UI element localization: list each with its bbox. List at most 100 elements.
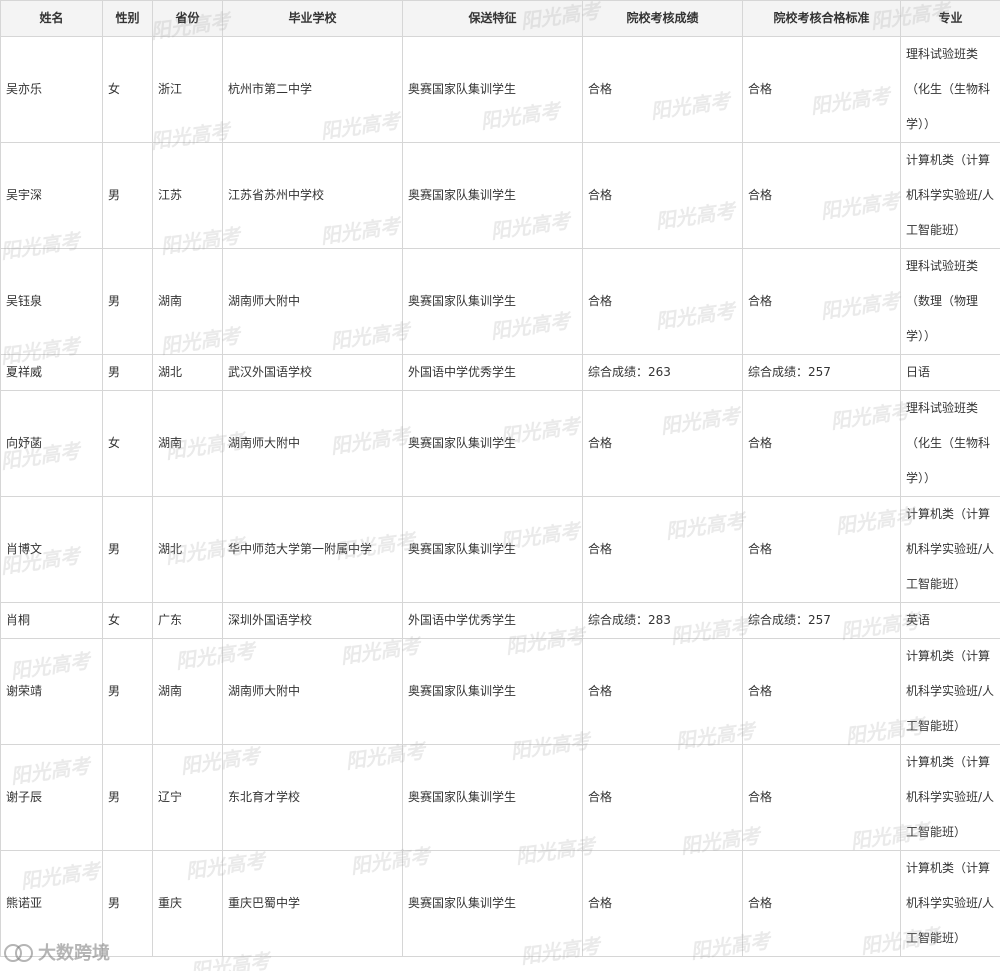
cell-province: 湖南 xyxy=(152,638,223,745)
cell-score: 合格 xyxy=(582,850,743,957)
cell-name: 夏祥威 xyxy=(0,354,103,391)
logo-text: 大数跨境 xyxy=(38,943,110,964)
cell-school: 湖南师大附中 xyxy=(222,390,403,497)
cell-school: 武汉外国语学校 xyxy=(222,354,403,391)
header-name: 姓名 xyxy=(0,0,103,37)
logo-icon xyxy=(4,943,34,962)
site-logo: 大数跨境 xyxy=(4,939,110,965)
cell-score: 合格 xyxy=(582,142,743,249)
cell-school: 深圳外国语学校 xyxy=(222,602,403,639)
cell-school: 重庆巴蜀中学 xyxy=(222,850,403,957)
cell-province: 广东 xyxy=(152,602,223,639)
header-province: 省份 xyxy=(152,0,223,37)
cell-standard: 综合成绩：257 xyxy=(742,602,901,639)
cell-school: 杭州市第二中学 xyxy=(222,36,403,143)
cell-name: 向妤菡 xyxy=(0,390,103,497)
cell-score: 综合成绩：283 xyxy=(582,602,743,639)
table-row: 向妤菡女湖南 湖南师大附中 奥赛国家队集训学生 合格 合格 理科试验班类（化生（生物科学）… xyxy=(0,390,1000,497)
header-feature: 保送特征 xyxy=(402,0,583,37)
cell-standard: 合格 xyxy=(742,248,901,355)
cell-gender: 女 xyxy=(102,390,153,497)
cell-gender: 男 xyxy=(102,142,153,249)
cell-name: 吴亦乐 xyxy=(0,36,103,143)
cell-major: 日语 xyxy=(900,354,1000,391)
cell-feature: 奥赛国家队集训学生 xyxy=(402,496,583,603)
cell-school: 江苏省苏州中学校 xyxy=(222,142,403,249)
table-row: 吴钰泉男湖南 湖南师大附中 奥赛国家队集训学生 合格 合格 理科试验班类（数理（物理学）） xyxy=(0,248,1000,355)
cell-name: 吴钰泉 xyxy=(0,248,103,355)
header-standard: 院校考核合格标准 xyxy=(742,0,901,37)
cell-score: 合格 xyxy=(582,638,743,745)
cell-major: 计算机类（计算机科学实验班/人工智能班） xyxy=(900,142,1000,249)
cell-feature: 奥赛国家队集训学生 xyxy=(402,36,583,143)
cell-score: 合格 xyxy=(582,496,743,603)
cell-province: 重庆 xyxy=(152,850,223,957)
cell-standard: 合格 xyxy=(742,142,901,249)
table-row: 谢子辰男辽宁 东北育才学校 奥赛国家队集训学生 合格 合格 计算机类（计算机科学实验班/人… xyxy=(0,744,1000,851)
cell-standard: 合格 xyxy=(742,638,901,745)
cell-school: 东北育才学校 xyxy=(222,744,403,851)
cell-province: 湖北 xyxy=(152,354,223,391)
cell-school: 湖南师大附中 xyxy=(222,248,403,355)
cell-school: 华中师范大学第一附属中学 xyxy=(222,496,403,603)
cell-major: 理科试验班类（化生（生物科学）） xyxy=(900,390,1000,497)
cell-province: 湖北 xyxy=(152,496,223,603)
header-major: 专业 xyxy=(900,0,1000,37)
table-row: 肖博文男湖北 华中师范大学第一附属中学 奥赛国家队集训学生 合格 合格 计算机类（计算机科… xyxy=(0,496,1000,603)
table-row: 吴宇深男江苏 江苏省苏州中学校 奥赛国家队集训学生 合格 合格 计算机类（计算机科学实验班… xyxy=(0,142,1000,249)
cell-feature: 奥赛国家队集训学生 xyxy=(402,390,583,497)
table-row: 熊诺亚男重庆 重庆巴蜀中学 奥赛国家队集训学生 合格 合格 计算机类（计算机科学实验班/人… xyxy=(0,850,1000,957)
header-gender: 性别 xyxy=(102,0,153,37)
cell-province: 湖南 xyxy=(152,390,223,497)
table-row: 夏祥威男湖北 武汉外国语学校 外国语中学优秀学生 综合成绩：263 综合成绩：257 日语 xyxy=(0,354,1000,391)
cell-feature: 外国语中学优秀学生 xyxy=(402,602,583,639)
cell-gender: 女 xyxy=(102,36,153,143)
cell-standard: 综合成绩：257 xyxy=(742,354,901,391)
cell-major: 理科试验班类（数理（物理学）） xyxy=(900,248,1000,355)
cell-gender: 男 xyxy=(102,354,153,391)
cell-score: 合格 xyxy=(582,744,743,851)
table-body: 吴亦乐女浙江 杭州市第二中学 奥赛国家队集训学生 合格 合格 理科试验班类（化生（生物科学… xyxy=(0,36,1000,957)
cell-major: 英语 xyxy=(900,602,1000,639)
cell-standard: 合格 xyxy=(742,36,901,143)
table-header-row: 姓名 性别 省份 毕业学校 保送特征 院校考核成绩 院校考核合格标准 专业 xyxy=(0,0,1000,37)
cell-province: 湖南 xyxy=(152,248,223,355)
cell-feature: 奥赛国家队集训学生 xyxy=(402,850,583,957)
cell-gender: 男 xyxy=(102,248,153,355)
cell-gender: 男 xyxy=(102,496,153,603)
cell-name: 吴宇深 xyxy=(0,142,103,249)
header-school: 毕业学校 xyxy=(222,0,403,37)
table-row: 谢荣靖男湖南 湖南师大附中 奥赛国家队集训学生 合格 合格 计算机类（计算机科学实验班/人… xyxy=(0,638,1000,745)
admission-table: 姓名 性别 省份 毕业学校 保送特征 院校考核成绩 院校考核合格标准 专业 吴亦… xyxy=(0,0,1000,957)
cell-score: 合格 xyxy=(582,36,743,143)
table-row: 肖桐女广东 深圳外国语学校 外国语中学优秀学生 综合成绩：283 综合成绩：257 英语 xyxy=(0,602,1000,639)
cell-feature: 奥赛国家队集训学生 xyxy=(402,248,583,355)
cell-name: 谢子辰 xyxy=(0,744,103,851)
cell-standard: 合格 xyxy=(742,496,901,603)
cell-feature: 外国语中学优秀学生 xyxy=(402,354,583,391)
cell-major: 计算机类（计算机科学实验班/人工智能班） xyxy=(900,744,1000,851)
cell-major: 理科试验班类（化生（生物科学）） xyxy=(900,36,1000,143)
cell-feature: 奥赛国家队集训学生 xyxy=(402,744,583,851)
cell-gender: 男 xyxy=(102,850,153,957)
cell-province: 江苏 xyxy=(152,142,223,249)
cell-major: 计算机类（计算机科学实验班/人工智能班） xyxy=(900,850,1000,957)
cell-standard: 合格 xyxy=(742,744,901,851)
cell-name: 谢荣靖 xyxy=(0,638,103,745)
cell-province: 辽宁 xyxy=(152,744,223,851)
cell-gender: 女 xyxy=(102,602,153,639)
header-score: 院校考核成绩 xyxy=(582,0,743,37)
cell-major: 计算机类（计算机科学实验班/人工智能班） xyxy=(900,496,1000,603)
cell-gender: 男 xyxy=(102,638,153,745)
cell-standard: 合格 xyxy=(742,390,901,497)
cell-score: 合格 xyxy=(582,248,743,355)
cell-gender: 男 xyxy=(102,744,153,851)
cell-score: 合格 xyxy=(582,390,743,497)
cell-province: 浙江 xyxy=(152,36,223,143)
table-row: 吴亦乐女浙江 杭州市第二中学 奥赛国家队集训学生 合格 合格 理科试验班类（化生（生物科学… xyxy=(0,36,1000,143)
cell-feature: 奥赛国家队集训学生 xyxy=(402,638,583,745)
cell-name: 肖博文 xyxy=(0,496,103,603)
cell-score: 综合成绩：263 xyxy=(582,354,743,391)
cell-name: 肖桐 xyxy=(0,602,103,639)
cell-major: 计算机类（计算机科学实验班/人工智能班） xyxy=(900,638,1000,745)
